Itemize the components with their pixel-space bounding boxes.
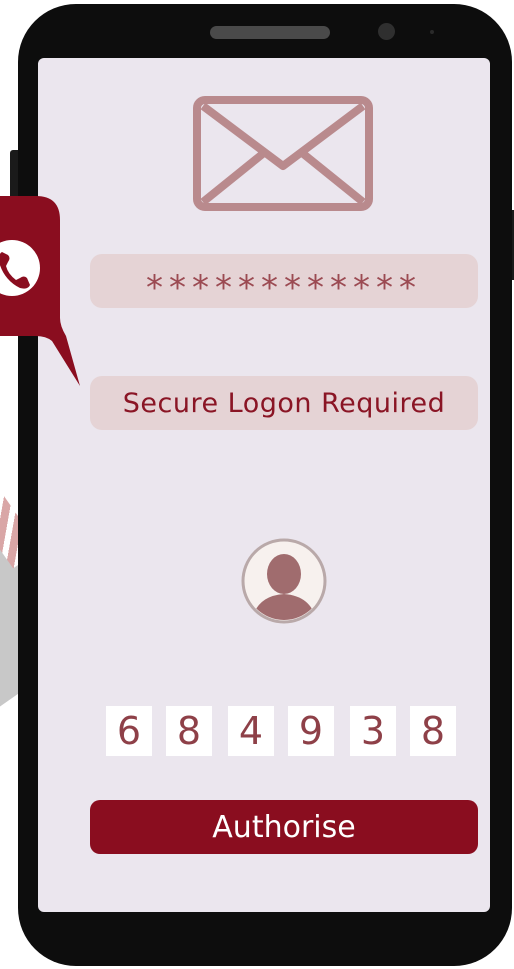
code-digit: 8	[166, 706, 212, 756]
password-field[interactable]: ************	[90, 254, 478, 308]
user-avatar-icon	[241, 538, 327, 624]
verification-code: 6 8 4 9 3 8	[104, 706, 464, 756]
authorise-button[interactable]: Authorise	[90, 800, 478, 854]
proximity-sensor	[430, 30, 434, 34]
code-digit: 6	[106, 706, 152, 756]
phone-screen: ************ Secure Logon Required 6 8 4…	[38, 58, 490, 912]
phone-speaker	[210, 26, 330, 39]
envelope-icon	[193, 96, 373, 211]
front-camera	[378, 23, 395, 40]
code-digit: 8	[410, 706, 456, 756]
secure-logon-label: Secure Logon Required	[90, 376, 478, 430]
call-speech-bubble	[0, 196, 80, 386]
code-digit: 3	[350, 706, 396, 756]
phone-side-button	[10, 150, 18, 200]
code-digit: 4	[228, 706, 274, 756]
code-digit: 9	[288, 706, 334, 756]
phone-frame: ************ Secure Logon Required 6 8 4…	[18, 4, 512, 966]
